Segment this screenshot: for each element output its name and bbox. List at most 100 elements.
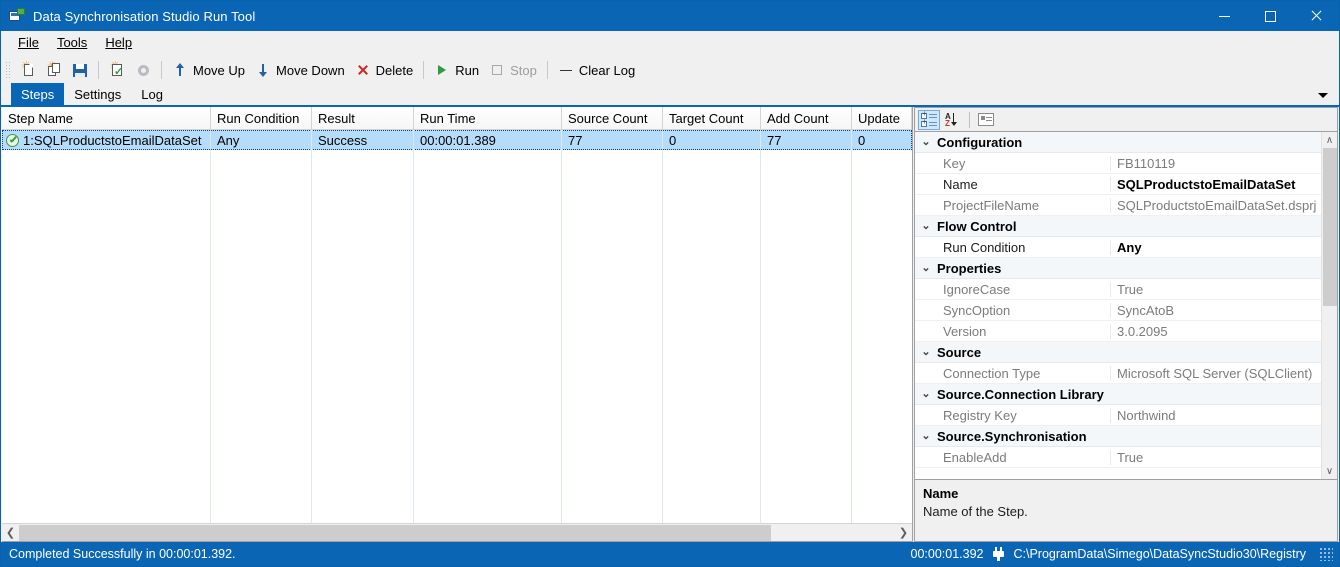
hscroll-track[interactable] bbox=[19, 524, 895, 541]
column-header-target-count[interactable]: Target Count bbox=[663, 107, 761, 129]
tab-settings-label: Settings bbox=[74, 86, 122, 102]
menu-item-file[interactable]: File bbox=[9, 32, 48, 54]
maximize-button[interactable] bbox=[1247, 1, 1293, 31]
property-value[interactable]: SQLProductstoEmailDataSet bbox=[1111, 177, 1321, 192]
menu-help-label: Help bbox=[105, 35, 133, 50]
settings-gear-button[interactable] bbox=[130, 58, 156, 82]
property-value[interactable]: Microsoft SQL Server (SQLClient) bbox=[1111, 366, 1321, 381]
property-group-label: Source bbox=[937, 344, 982, 360]
property-value[interactable]: SyncAtoB bbox=[1111, 303, 1321, 318]
alphabetical-view-button[interactable]: AZ bbox=[942, 110, 964, 130]
property-row-registry-key[interactable]: Registry Key Northwind bbox=[915, 405, 1321, 426]
chevron-down-icon[interactable]: ⌄ bbox=[915, 132, 937, 153]
vscroll-thumb[interactable] bbox=[1322, 148, 1337, 306]
property-description-title: Name bbox=[923, 486, 959, 501]
property-name: Run Condition bbox=[915, 239, 1111, 255]
validate-button[interactable]: ✳✓ bbox=[104, 58, 130, 82]
property-group-source[interactable]: ⌄ Source bbox=[915, 342, 1321, 363]
window-resize-grip[interactable] bbox=[1319, 547, 1333, 561]
cell-update[interactable]: 0 bbox=[852, 130, 912, 150]
property-value[interactable]: Northwind bbox=[1111, 408, 1321, 423]
chevron-down-icon bbox=[1318, 92, 1328, 98]
property-group-properties[interactable]: ⌄ Properties bbox=[915, 258, 1321, 279]
property-toolbar-separator bbox=[969, 111, 970, 128]
property-row-enableadd[interactable]: EnableAdd True bbox=[915, 447, 1321, 468]
column-header-add-count[interactable]: Add Count bbox=[761, 107, 852, 129]
property-row-syncoption[interactable]: SyncOption SyncAtoB bbox=[915, 300, 1321, 321]
scroll-left-button[interactable]: ❮ bbox=[2, 524, 19, 541]
property-value[interactable]: Any bbox=[1111, 240, 1321, 255]
property-value[interactable]: SQLProductstoEmailDataSet.dsprj bbox=[1111, 198, 1321, 213]
stop-button[interactable]: Stop bbox=[484, 58, 542, 82]
property-grid-vertical-scrollbar[interactable]: ∧ ∨ bbox=[1321, 132, 1337, 479]
scroll-up-button[interactable]: ∧ bbox=[1322, 132, 1338, 148]
tab-overflow-button[interactable] bbox=[1315, 85, 1331, 105]
tab-settings[interactable]: Settings bbox=[64, 83, 131, 105]
cell-result[interactable]: Success bbox=[312, 130, 414, 150]
table-row[interactable]: 1:SQLProductstoEmailDataSet Any Success … bbox=[2, 130, 912, 150]
cell-run-time[interactable]: 00:00:01.389 bbox=[414, 130, 562, 150]
tab-log[interactable]: Log bbox=[131, 83, 173, 105]
scroll-right-button[interactable]: ❯ bbox=[895, 524, 912, 541]
property-value[interactable]: True bbox=[1111, 282, 1321, 297]
menu-item-help[interactable]: Help bbox=[96, 32, 141, 54]
move-down-button[interactable]: Move Down bbox=[250, 58, 350, 82]
property-value[interactable]: True bbox=[1111, 450, 1321, 465]
cell-add-count[interactable]: 77 bbox=[761, 130, 852, 150]
hscroll-thumb[interactable] bbox=[19, 524, 771, 541]
chevron-down-icon[interactable]: ⌄ bbox=[915, 258, 937, 279]
property-row-projectfilename[interactable]: ProjectFileName SQLProductstoEmailDataSe… bbox=[915, 195, 1321, 216]
menu-file-label: File bbox=[18, 35, 39, 50]
close-button[interactable] bbox=[1293, 1, 1339, 31]
property-row-connection-type[interactable]: Connection Type Microsoft SQL Server (SQ… bbox=[915, 363, 1321, 384]
property-row-name[interactable]: Name SQLProductstoEmailDataSet bbox=[915, 174, 1321, 195]
run-button[interactable]: Run bbox=[429, 58, 484, 82]
categorized-view-button[interactable] bbox=[918, 109, 940, 130]
property-pages-button[interactable] bbox=[975, 110, 997, 130]
tab-log-label: Log bbox=[141, 86, 163, 102]
property-value[interactable]: FB110119 bbox=[1111, 156, 1321, 171]
chevron-down-icon[interactable]: ⌄ bbox=[915, 342, 937, 363]
menu-item-tools[interactable]: Tools bbox=[48, 32, 96, 54]
save-project-button[interactable] bbox=[67, 58, 93, 82]
property-group-configuration[interactable]: ⌄ Configuration bbox=[915, 132, 1321, 153]
column-header-step-name[interactable]: Step Name bbox=[2, 107, 211, 129]
property-row-key[interactable]: Key FB110119 bbox=[915, 153, 1321, 174]
open-copy-icon: ✳ bbox=[46, 61, 62, 78]
open-project-button[interactable]: ✳ bbox=[41, 58, 67, 82]
property-row-run-condition[interactable]: Run Condition Any bbox=[915, 237, 1321, 258]
status-bar: Completed Successfully in 00:00:01.392. … bbox=[1, 542, 1339, 566]
move-up-button[interactable]: Move Up bbox=[167, 58, 250, 82]
categorized-icon bbox=[921, 110, 937, 127]
cell-source-count[interactable]: 77 bbox=[562, 130, 663, 150]
vscroll-track[interactable] bbox=[1322, 148, 1338, 463]
cell-run-condition[interactable]: Any bbox=[211, 130, 312, 150]
chevron-down-icon[interactable]: ⌄ bbox=[915, 384, 937, 405]
property-row-ignorecase[interactable]: IgnoreCase True bbox=[915, 279, 1321, 300]
app-sync-icon bbox=[9, 8, 25, 24]
toolbar-grip[interactable] bbox=[5, 60, 12, 80]
column-header-run-time[interactable]: Run Time bbox=[414, 107, 562, 129]
chevron-down-icon[interactable]: ⌄ bbox=[915, 216, 937, 237]
status-bar-right: 00:00:01.392 C:\ProgramData\Simego\DataS… bbox=[911, 547, 1333, 561]
tab-steps[interactable]: Steps bbox=[11, 83, 65, 105]
property-group-source-synchronisation[interactable]: ⌄ Source.Synchronisation bbox=[915, 426, 1321, 447]
property-value[interactable]: 3.0.2095 bbox=[1111, 324, 1321, 339]
delete-button[interactable]: Delete bbox=[350, 58, 419, 82]
property-group-flow-control[interactable]: ⌄ Flow Control bbox=[915, 216, 1321, 237]
column-header-run-condition[interactable]: Run Condition bbox=[211, 107, 312, 129]
property-row-version[interactable]: Version 3.0.2095 bbox=[915, 321, 1321, 342]
clear-log-button[interactable]: Clear Log bbox=[553, 58, 640, 82]
cell-target-count[interactable]: 0 bbox=[663, 130, 761, 150]
property-group-source-connection-library[interactable]: ⌄ Source.Connection Library bbox=[915, 384, 1321, 405]
grid-horizontal-scrollbar[interactable]: ❮ ❯ bbox=[2, 523, 912, 541]
scroll-down-button[interactable]: ∨ bbox=[1322, 463, 1338, 479]
property-pages-icon bbox=[978, 113, 994, 126]
minimize-button[interactable] bbox=[1201, 1, 1247, 31]
new-project-button[interactable]: ✳ bbox=[15, 58, 41, 82]
column-header-update[interactable]: Update bbox=[852, 107, 912, 129]
chevron-down-icon[interactable]: ⌄ bbox=[915, 426, 937, 447]
column-header-source-count[interactable]: Source Count bbox=[562, 107, 663, 129]
cell-step-name[interactable]: 1:SQLProductstoEmailDataSet bbox=[2, 130, 211, 150]
column-header-result[interactable]: Result bbox=[312, 107, 414, 129]
